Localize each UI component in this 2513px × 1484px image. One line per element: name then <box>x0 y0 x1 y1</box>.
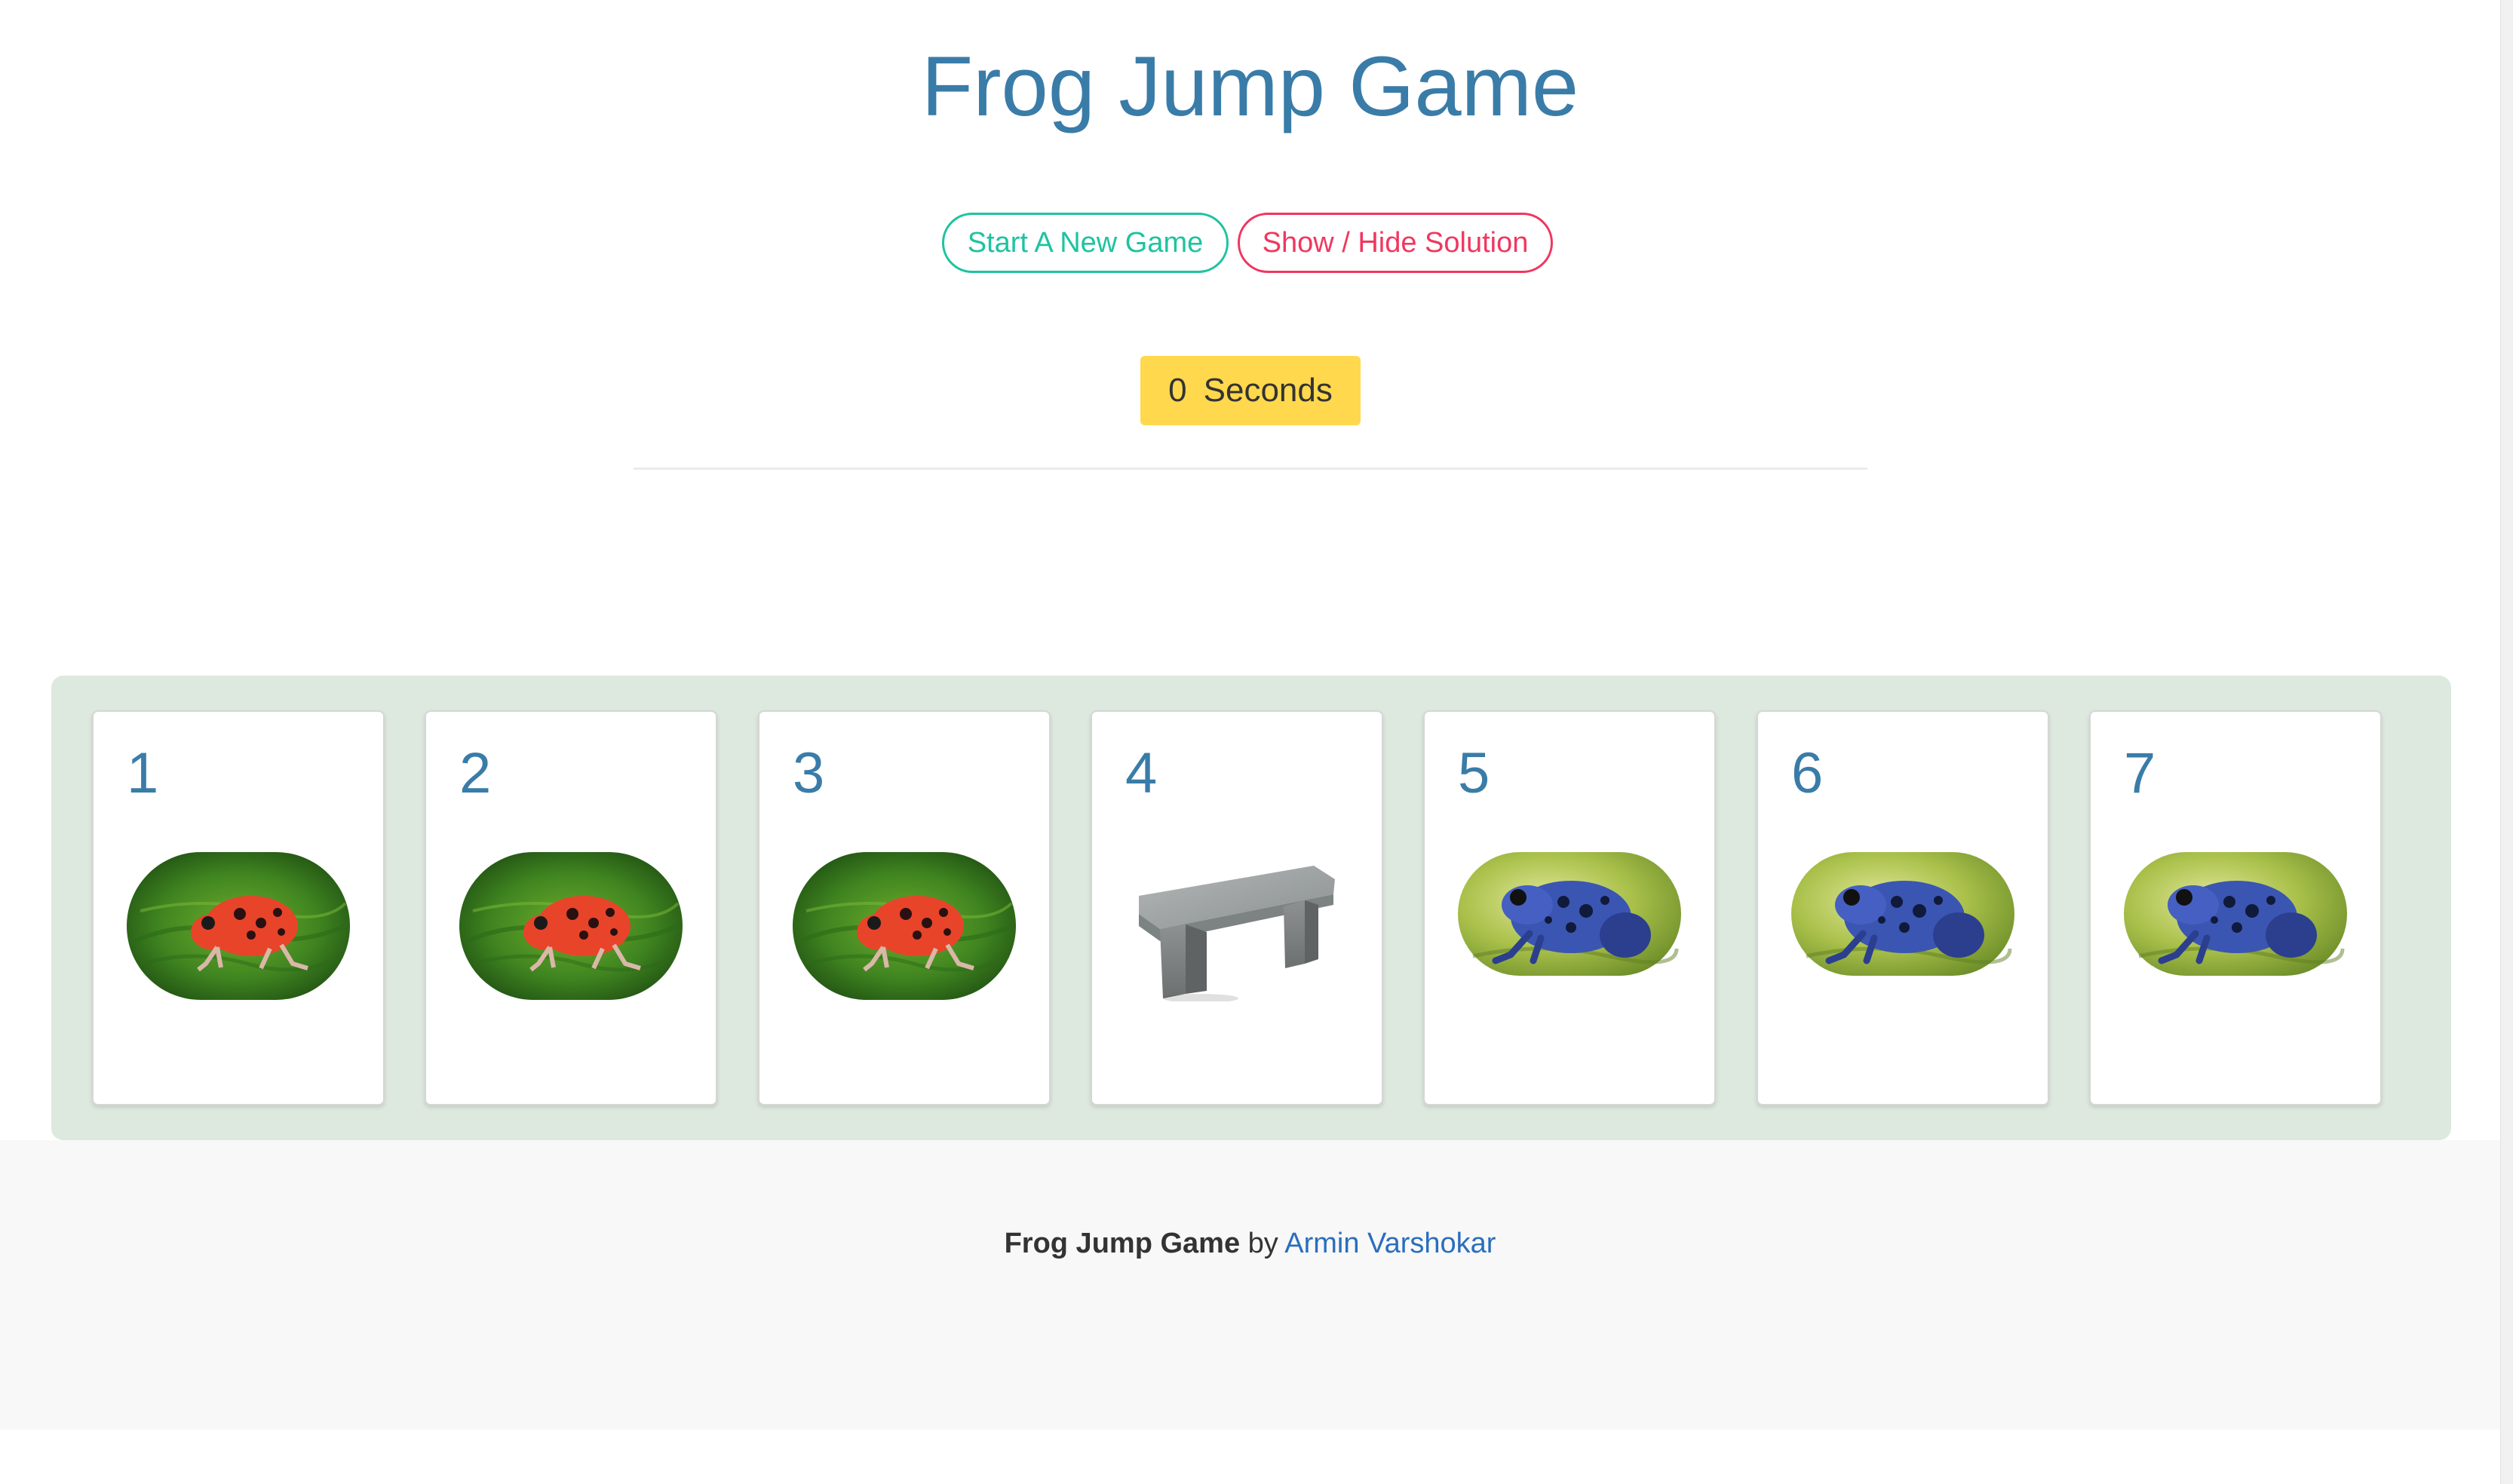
blue-frog-icon[interactable] <box>2124 851 2347 1001</box>
board-cell-4[interactable]: 4 <box>1091 710 1383 1105</box>
board-cell-1[interactable]: 1 <box>92 710 385 1105</box>
timer-value: 0 <box>1168 372 1187 409</box>
divider <box>634 468 1867 470</box>
cell-number: 7 <box>2124 741 2156 805</box>
page-title: Frog Jump Game <box>921 39 1579 133</box>
cell-number: 1 <box>127 741 159 805</box>
board-cell-2[interactable]: 2 <box>425 710 717 1105</box>
cell-number: 2 <box>459 741 492 805</box>
red-frog-icon[interactable] <box>459 851 683 1001</box>
footer-credit: Frog Jump Game by Armin Varshokar <box>0 1228 2500 1260</box>
board-cell-6[interactable]: 6 <box>1757 710 2049 1105</box>
timer-badge: 0 Seconds <box>1140 356 1361 425</box>
stone-bench-icon <box>1139 866 1335 1001</box>
show-hide-solution-button[interactable]: Show / Hide Solution <box>1238 213 1553 273</box>
timer-unit: Seconds <box>1203 372 1333 409</box>
start-new-game-button[interactable]: Start A New Game <box>942 213 1229 273</box>
red-frog-icon[interactable] <box>127 851 350 1001</box>
board-cell-5[interactable]: 5 <box>1423 710 1716 1105</box>
board-cell-7[interactable]: 7 <box>2089 710 2382 1105</box>
blue-frog-icon[interactable] <box>1458 851 1681 1001</box>
board-cell-3[interactable]: 3 <box>758 710 1051 1105</box>
footer-by: by <box>1247 1228 1278 1259</box>
vertical-scrollbar[interactable] <box>2500 0 2513 1484</box>
cell-number: 4 <box>1125 741 1158 805</box>
blue-frog-icon[interactable] <box>1791 851 2014 1001</box>
cell-number: 5 <box>1458 741 1490 805</box>
footer-title: Frog Jump Game <box>1004 1228 1241 1259</box>
cell-number: 6 <box>1791 741 1824 805</box>
red-frog-icon[interactable] <box>793 851 1016 1001</box>
footer <box>0 1140 2500 1430</box>
cell-number: 3 <box>793 741 825 805</box>
author-link[interactable]: Armin Varshokar <box>1284 1228 1496 1259</box>
